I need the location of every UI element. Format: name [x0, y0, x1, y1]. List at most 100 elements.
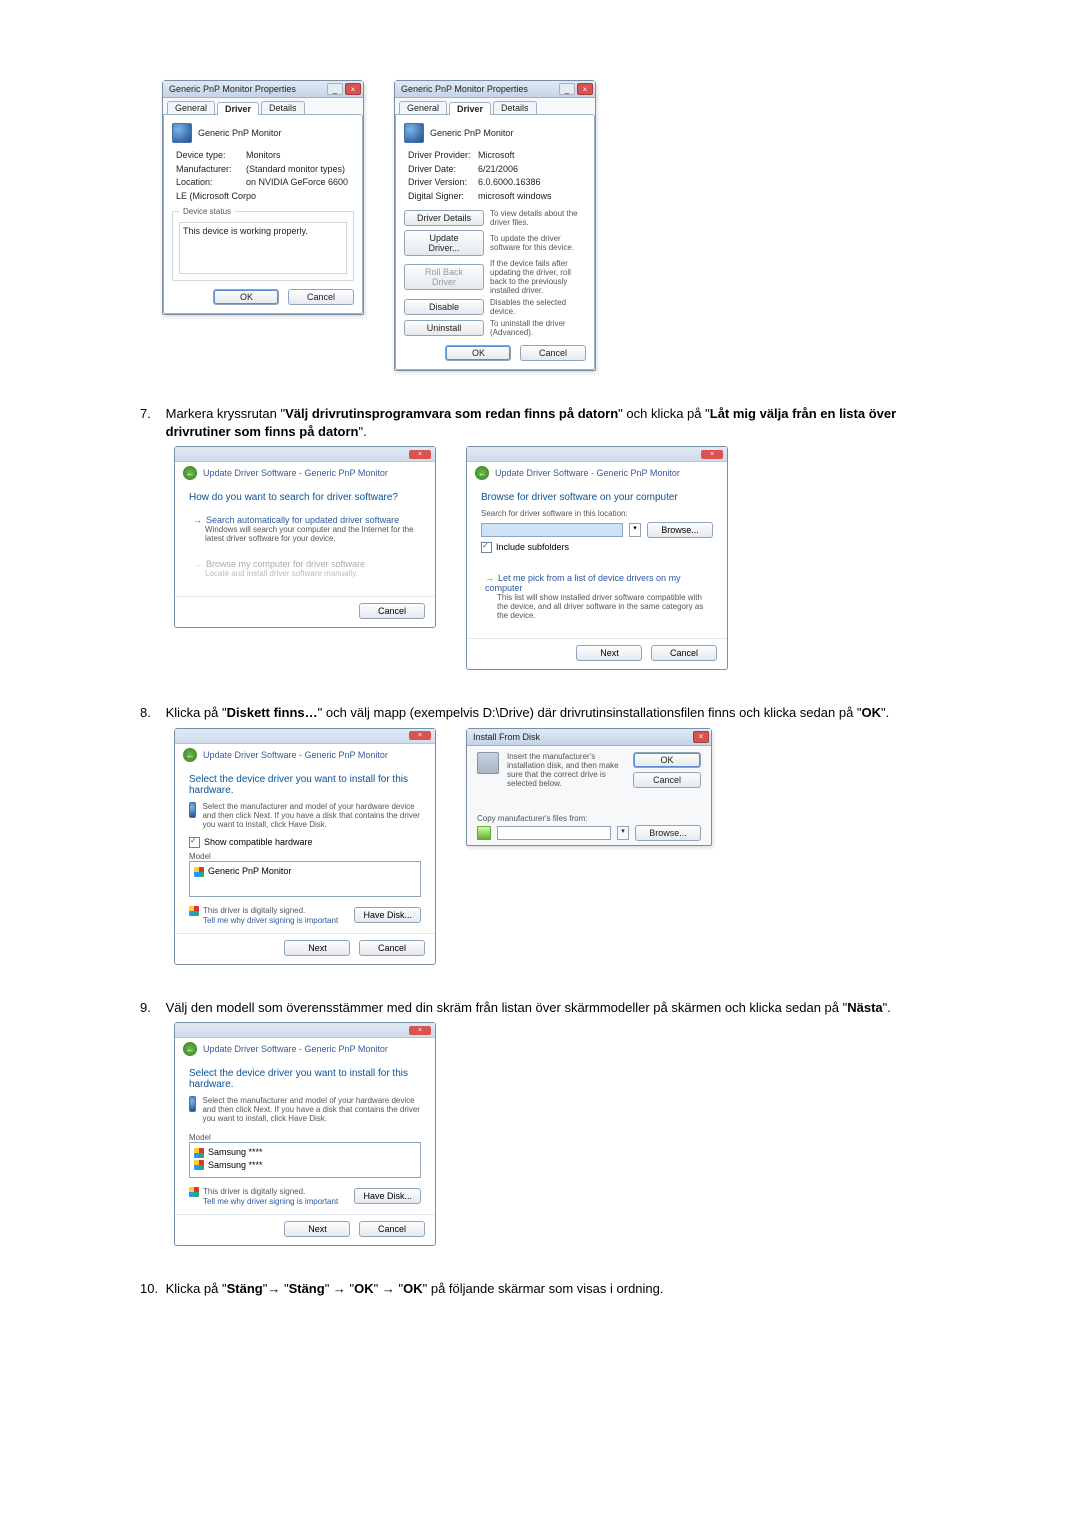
- tab-body: Generic PnP Monitor Device type:Monitors…: [163, 114, 363, 314]
- uninstall-button[interactable]: Uninstall: [404, 320, 484, 336]
- close-icon[interactable]: ×: [701, 450, 723, 459]
- wizard-description: Select the manufacturer and model of you…: [202, 1096, 421, 1123]
- minimize-icon[interactable]: _: [559, 83, 575, 95]
- step9-screens: × ← Update Driver Software - Generic PnP…: [174, 1022, 960, 1246]
- signing-link[interactable]: Tell me why driver signing is important: [203, 916, 338, 925]
- minimize-icon[interactable]: _: [327, 83, 343, 95]
- signing-link[interactable]: Tell me why driver signing is important: [203, 1197, 338, 1206]
- browse-button[interactable]: Browse...: [635, 825, 701, 841]
- back-arrow-icon[interactable]: ←: [183, 1042, 197, 1056]
- next-button[interactable]: Next: [284, 1221, 350, 1237]
- have-disk-button[interactable]: Have Disk...: [354, 1188, 421, 1204]
- back-arrow-icon[interactable]: ←: [183, 748, 197, 762]
- shield-icon: [194, 1160, 204, 1170]
- ok-button[interactable]: OK: [445, 345, 511, 361]
- search-label: Search for driver software in this locat…: [481, 509, 713, 518]
- close-icon[interactable]: ×: [693, 731, 709, 743]
- breadcrumb: Update Driver Software - Generic PnP Mon…: [203, 1044, 388, 1054]
- monitor-icon: [189, 802, 196, 818]
- wizard-heading: Browse for driver software on your compu…: [481, 492, 713, 503]
- disable-button[interactable]: Disable: [404, 299, 484, 315]
- step-8: 8. Klicka på "Diskett finns…" och välj m…: [140, 704, 960, 722]
- titlebar: Generic PnP Monitor Properties _ ×: [395, 81, 595, 98]
- step-7: 7. Markera kryssrutan "Välj drivrutinspr…: [140, 405, 960, 440]
- wizard-heading: Select the device driver you want to ins…: [189, 1068, 421, 1090]
- show-compatible-checkbox[interactable]: [189, 837, 200, 848]
- wizard-select-driver: × ← Update Driver Software - Generic PnP…: [174, 728, 436, 965]
- tabs: General Driver Details: [167, 101, 363, 114]
- shield-icon: [194, 867, 204, 877]
- browse-button[interactable]: Browse...: [647, 522, 713, 538]
- cancel-button[interactable]: Cancel: [359, 603, 425, 619]
- shield-icon: [189, 906, 199, 916]
- cancel-button[interactable]: Cancel: [359, 1221, 425, 1237]
- device-info: Device type:Monitors Manufacturer:(Stand…: [176, 149, 354, 203]
- back-arrow-icon[interactable]: ←: [183, 466, 197, 480]
- option-pick-from-list[interactable]: →Let me pick from a list of device drive…: [481, 567, 713, 626]
- device-header: Generic PnP Monitor: [430, 128, 513, 138]
- shield-icon: [194, 1148, 204, 1158]
- device-header: Generic PnP Monitor: [198, 128, 281, 138]
- titlebar: Generic PnP Monitor Properties _ ×: [163, 81, 363, 98]
- rollback-driver-button[interactable]: Roll Back Driver: [404, 264, 484, 290]
- drive-icon: [477, 826, 491, 840]
- tab-driver[interactable]: Driver: [449, 102, 491, 115]
- update-driver-button[interactable]: Update Driver...: [404, 230, 484, 256]
- option-auto-search[interactable]: →Search automatically for updated driver…: [189, 509, 421, 549]
- wizard-heading: Select the device driver you want to ins…: [189, 774, 421, 796]
- cancel-button[interactable]: Cancel: [520, 345, 586, 361]
- model-list[interactable]: Generic PnP Monitor: [189, 861, 421, 897]
- tab-driver[interactable]: Driver: [217, 102, 259, 115]
- disable-desc: Disables the selected device.: [490, 298, 586, 316]
- dropdown-icon[interactable]: ▾: [617, 826, 629, 840]
- monitor-properties-general: Generic PnP Monitor Properties _ × Gener…: [162, 80, 364, 315]
- device-status-group: Device status This device is working pro…: [172, 211, 354, 281]
- dialog-pair-properties: Generic PnP Monitor Properties _ × Gener…: [162, 80, 960, 371]
- cancel-button[interactable]: Cancel: [633, 772, 701, 788]
- close-icon[interactable]: ×: [409, 731, 431, 740]
- cancel-button[interactable]: Cancel: [288, 289, 354, 305]
- model-label: Model: [189, 1133, 421, 1142]
- monitor-properties-driver: Generic PnP Monitor Properties _ × Gener…: [394, 80, 596, 371]
- option-browse-computer[interactable]: →Browse my computer for driver software …: [189, 553, 421, 584]
- window-title: Generic PnP Monitor Properties: [169, 84, 296, 94]
- ok-button[interactable]: OK: [213, 289, 279, 305]
- tab-details[interactable]: Details: [261, 101, 305, 114]
- shield-icon: [189, 1187, 199, 1197]
- back-arrow-icon[interactable]: ←: [475, 466, 489, 480]
- tab-general[interactable]: General: [167, 101, 215, 114]
- next-button[interactable]: Next: [284, 940, 350, 956]
- driver-details-desc: To view details about the driver files.: [490, 209, 586, 227]
- path-input[interactable]: [497, 826, 611, 840]
- window-title: Generic PnP Monitor Properties: [401, 84, 528, 94]
- have-disk-button[interactable]: Have Disk...: [354, 907, 421, 923]
- driver-details-button[interactable]: Driver Details: [404, 210, 484, 226]
- close-icon[interactable]: ×: [409, 450, 431, 459]
- wizard-browse-location: × ← Update Driver Software - Generic PnP…: [466, 446, 728, 670]
- close-icon[interactable]: ×: [409, 1026, 431, 1035]
- copy-from-label: Copy manufacturer's files from:: [477, 814, 701, 823]
- window-title: Install From Disk: [473, 732, 540, 742]
- ok-button[interactable]: OK: [633, 752, 701, 768]
- update-driver-desc: To update the driver software for this d…: [490, 234, 586, 252]
- location-input[interactable]: [481, 523, 623, 537]
- uninstall-desc: To uninstall the driver (Advanced).: [490, 319, 586, 337]
- disk-icon: [477, 752, 499, 774]
- rollback-driver-desc: If the device fails after updating the d…: [490, 259, 586, 295]
- close-icon[interactable]: ×: [345, 83, 361, 95]
- tab-general[interactable]: General: [399, 101, 447, 114]
- breadcrumb: Update Driver Software - Generic PnP Mon…: [203, 468, 388, 478]
- cancel-button[interactable]: Cancel: [359, 940, 425, 956]
- tab-details[interactable]: Details: [493, 101, 537, 114]
- step-10: 10. Klicka på "Stäng"→ "Stäng" → "OK" → …: [140, 1280, 960, 1298]
- close-icon[interactable]: ×: [577, 83, 593, 95]
- next-button[interactable]: Next: [576, 645, 642, 661]
- model-list[interactable]: Samsung **** Samsung ****: [189, 1142, 421, 1178]
- monitor-icon: [172, 123, 192, 143]
- monitor-icon: [189, 1096, 196, 1112]
- wizard-search-method: × ← Update Driver Software - Generic PnP…: [174, 446, 436, 628]
- include-subfolders-checkbox[interactable]: [481, 542, 492, 553]
- cancel-button[interactable]: Cancel: [651, 645, 717, 661]
- document-page: Generic PnP Monitor Properties _ × Gener…: [0, 0, 1080, 1528]
- dropdown-icon[interactable]: ▾: [629, 523, 641, 537]
